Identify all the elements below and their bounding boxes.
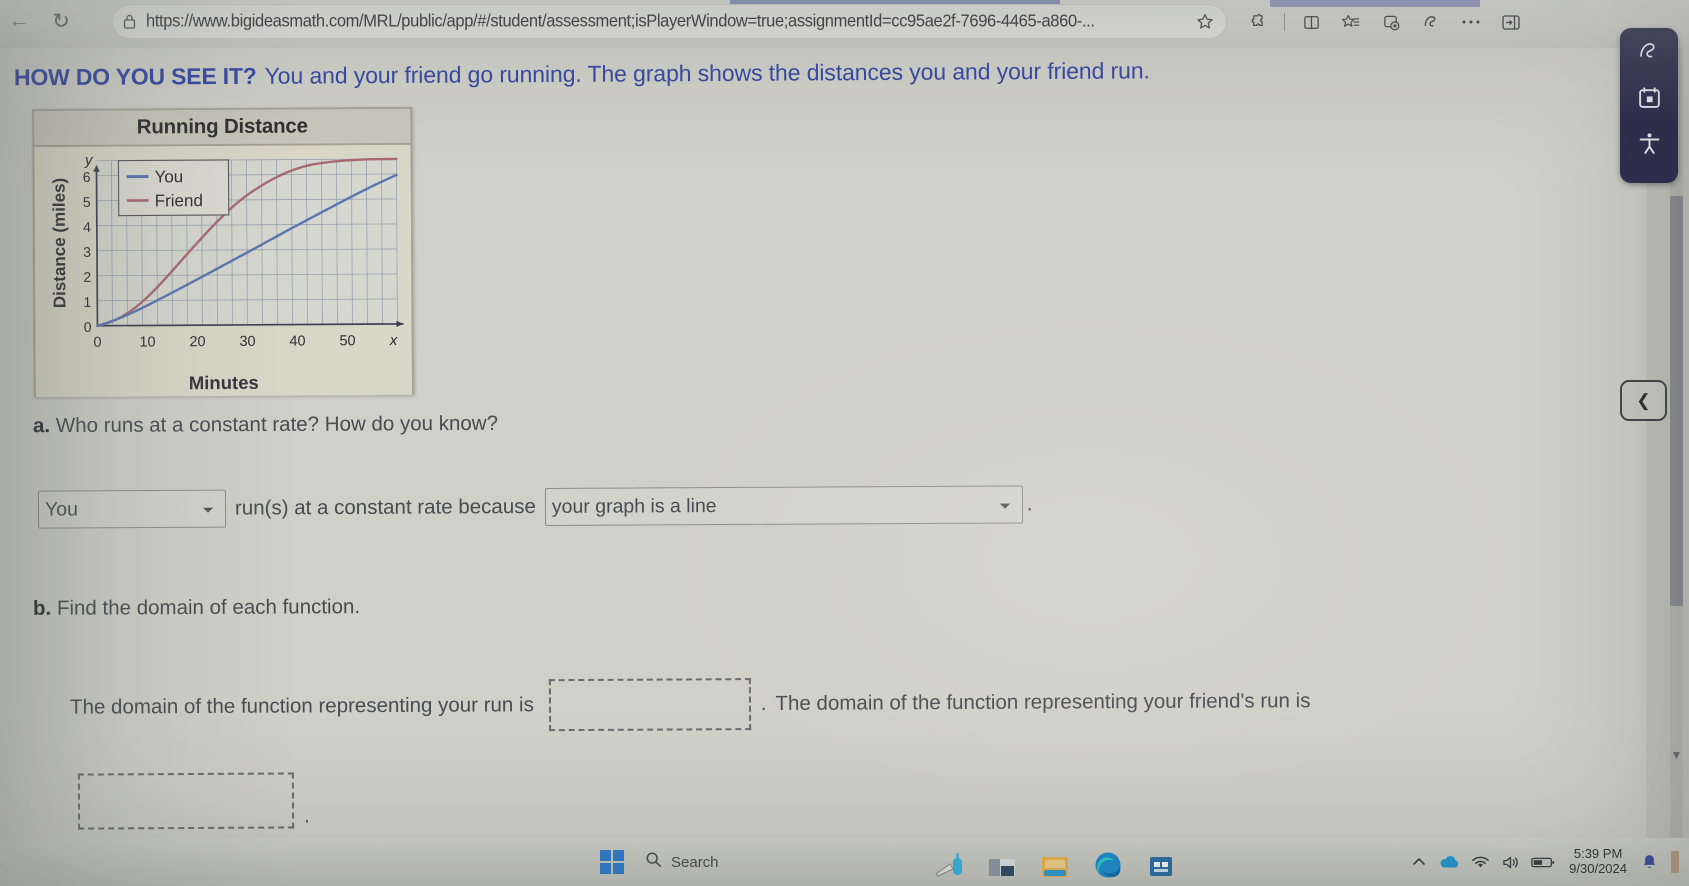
split-screen-icon[interactable]	[1293, 6, 1329, 38]
ytick-2: 2	[83, 269, 91, 285]
search-icon	[645, 851, 662, 873]
prompt-text: You and your friend go running. The grap…	[264, 57, 1150, 89]
snipping-tool-icon[interactable]	[929, 844, 969, 880]
scrollbar-thumb[interactable]	[1670, 196, 1683, 606]
question-b-text: b. Find the domain of each function.	[33, 595, 360, 621]
domain-friend-run-period: .	[304, 804, 310, 828]
bell-icon[interactable]	[1641, 853, 1658, 871]
how-do-you-see-it-label: HOW DO YOU SEE IT?	[13, 62, 257, 91]
ytick-5: 5	[83, 194, 91, 210]
back-arrow-icon[interactable]: ←	[4, 6, 34, 36]
question-a-body: Who runs at a constant rate? How do you …	[55, 411, 499, 438]
taskbar-search[interactable]: Search	[645, 846, 719, 878]
question-a-text: a. Who runs at a constant rate? How do y…	[33, 412, 498, 438]
ytick-3: 3	[83, 244, 91, 260]
xtick-50: 50	[339, 333, 355, 349]
onedrive-icon[interactable]	[1438, 855, 1460, 869]
bookmark-star-icon[interactable]	[1183, 13, 1227, 31]
collapse-panel-button[interactable]: ❮	[1620, 380, 1667, 421]
battery-icon[interactable]	[1531, 856, 1555, 869]
who-runs-dropdown[interactable]: You	[37, 489, 227, 529]
figure-title: Running Distance	[136, 114, 308, 139]
domain-your-run-period: .	[760, 692, 767, 716]
search-label: Search	[671, 853, 719, 871]
ytick-4: 4	[83, 219, 91, 235]
domain-friend-run-input[interactable]	[77, 772, 295, 830]
browser-toolbar: ← ↻ https://www.bigideasmath.com/MRL/pub…	[0, 0, 1689, 48]
add-tab-group-icon[interactable]	[1373, 6, 1409, 38]
xtick-0: 0	[93, 335, 101, 351]
accessibility-icon[interactable]	[1632, 126, 1666, 160]
sentence-a-period: .	[1026, 492, 1033, 516]
file-explorer-icon[interactable]	[982, 844, 1022, 880]
browser-actions	[1240, 4, 1529, 40]
legend-label-friend: Friend	[155, 191, 203, 210]
xtick-10: 10	[139, 334, 155, 350]
volume-icon[interactable]	[1501, 855, 1520, 870]
ytick-1: 1	[83, 294, 91, 310]
ytick-0: 0	[84, 319, 92, 335]
reload-icon[interactable]: ↻	[46, 6, 76, 36]
figure-title-bar: Running Distance	[34, 108, 411, 148]
address-bar[interactable]: https://www.bigideasmath.com/MRL/public/…	[112, 4, 1227, 39]
store-icon[interactable]	[1141, 844, 1181, 880]
assessment-page: HOW DO YOU SEE IT? You and your friend go…	[0, 48, 1646, 838]
more-options-icon[interactable]	[1453, 6, 1489, 38]
domain-friend-run-label: The domain of the function representing …	[775, 689, 1311, 715]
windows-logo	[599, 849, 625, 875]
domain-your-run-label: The domain of the function representing …	[69, 693, 534, 719]
xtick-20: 20	[189, 334, 205, 350]
windows-start-icon[interactable]	[595, 845, 629, 879]
clock-date: 9/30/2024	[1569, 861, 1627, 876]
question-a-marker: a.	[32, 414, 51, 438]
copilot-icon[interactable]	[1413, 6, 1449, 38]
running-distance-figure: Running Distance Distance (miles) Minute…	[32, 106, 414, 398]
sidebar-toggle-icon[interactable]	[1493, 6, 1529, 38]
sentence-middle-text: run(s) at a constant rate because	[234, 494, 536, 520]
line-chart: You Friend 0 1 2 3 4 5 6 y 0 10 20 30 40…	[83, 152, 404, 351]
xtick-40: 40	[289, 333, 305, 349]
calendar-icon[interactable]	[1632, 80, 1666, 114]
xtick-30: 30	[239, 334, 255, 350]
y-axis-symbol: y	[84, 152, 94, 169]
domain-your-run-input[interactable]	[548, 678, 751, 732]
reason-dropdown[interactable]: your graph is a line	[544, 485, 1023, 526]
toolbar-divider	[1284, 13, 1285, 31]
figure-body: Distance (miles) Minutes You Friend 0 1 …	[34, 144, 412, 398]
system-tray: 5:39 PM 9/30/2024	[1411, 838, 1681, 886]
extensions-puzzle-icon[interactable]	[1240, 6, 1276, 38]
url-text: https://www.bigideasmath.com/MRL/public/…	[146, 11, 1095, 31]
y-axis-title: Distance (miles)	[49, 177, 70, 309]
legend-label-you: You	[154, 167, 183, 186]
answer-row-a: You run(s) at a constant rate because yo…	[37, 485, 1033, 529]
wifi-icon[interactable]	[1471, 855, 1490, 870]
question-b-marker: b.	[32, 596, 52, 620]
edge-sidebar-panel	[1620, 28, 1678, 183]
ytick-6: 6	[83, 169, 91, 185]
x-axis-symbol: x	[389, 332, 398, 349]
show-hidden-icons-icon[interactable]	[1411, 856, 1427, 868]
photos-icon[interactable]	[1035, 844, 1075, 880]
screen-photo: ← ↻ https://www.bigideasmath.com/MRL/pub…	[0, 0, 1689, 886]
site-lock-icon	[112, 13, 146, 30]
x-axis-title: Minutes	[188, 371, 259, 394]
windows-taskbar: Search 5:39 PM 9/30/2024	[0, 838, 1689, 886]
collections-icon[interactable]	[1333, 6, 1369, 38]
taskbar-clock[interactable]: 5:39 PM 9/30/2024	[1569, 846, 1627, 877]
answer-row-b2: .	[72, 772, 310, 830]
lesson-prompt: HOW DO YOU SEE IT? You and your friend go…	[14, 56, 1414, 92]
chevron-left-icon: ❮	[1636, 390, 1651, 410]
edge-icon[interactable]	[1088, 844, 1128, 880]
clock-time: 5:39 PM	[1573, 846, 1623, 862]
answer-row-b: The domain of the function representing …	[70, 674, 1470, 733]
desktop-peek[interactable]	[1669, 849, 1681, 875]
copilot-swirl-icon[interactable]	[1632, 34, 1666, 68]
question-b-body: Find the domain of each function.	[56, 595, 361, 620]
scroll-down-caret-icon[interactable]: ▼	[1670, 748, 1683, 762]
